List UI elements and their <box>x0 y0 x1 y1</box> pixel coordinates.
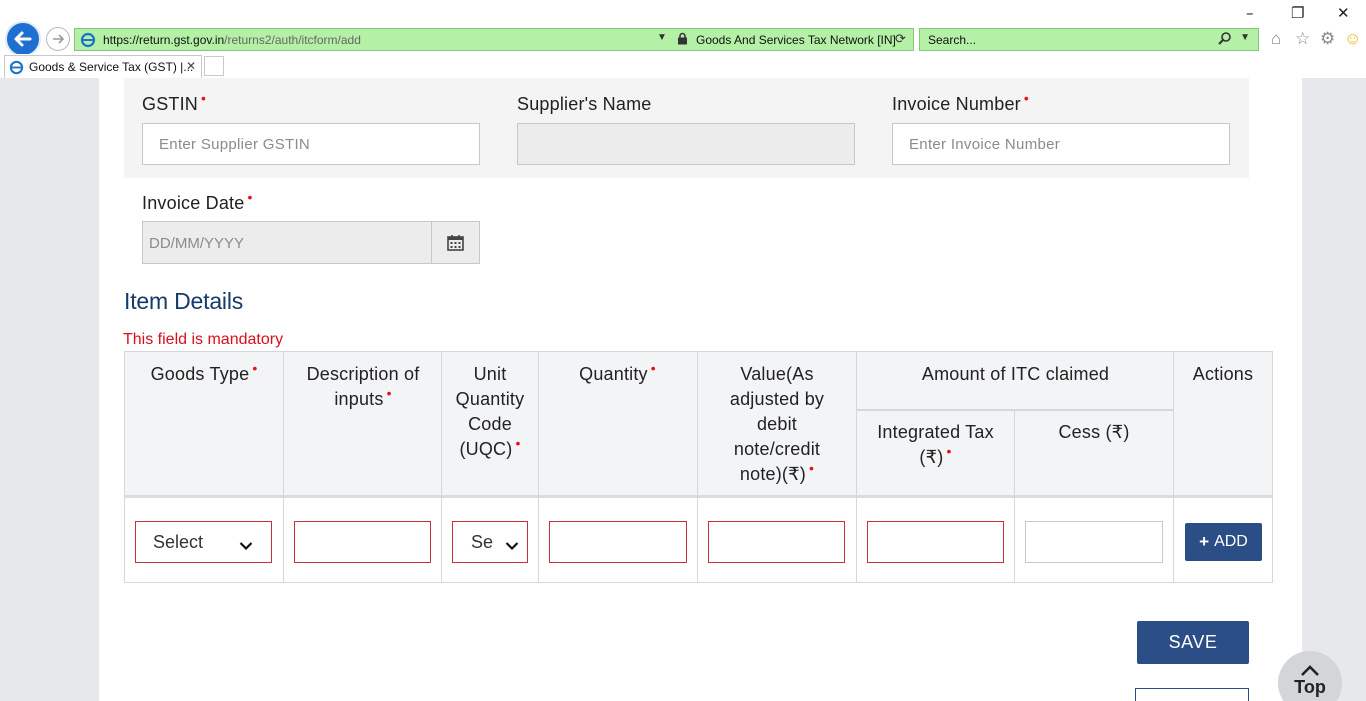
goods-type-select[interactable]: Select <box>135 521 272 563</box>
column-divider <box>441 352 442 582</box>
star-icon[interactable]: ☆ <box>1295 29 1310 49</box>
cess-input[interactable] <box>1025 521 1163 563</box>
back-button[interactable] <box>5 21 41 57</box>
gstin-label: GSTIN • <box>142 90 207 114</box>
close-window-icon[interactable]: ✕ <box>1337 4 1350 22</box>
search-placeholder: Search... <box>928 33 977 47</box>
chevron-up-icon <box>1301 665 1319 676</box>
supplier-name-input <box>517 123 855 165</box>
invoice-number-label: Invoice Number • <box>892 90 1029 114</box>
minimize-icon[interactable]: – <box>1246 4 1254 22</box>
header-uqc: Unit Quantity Code (UQC) • <box>455 364 525 459</box>
uqc-select[interactable]: Se <box>452 521 528 563</box>
back-to-top-button[interactable]: Top <box>1278 651 1342 701</box>
header-description: Description of inputs • <box>306 364 420 409</box>
browser-chrome: – ❐ ✕ https://return.gst.gov.in/returns2… <box>0 0 1366 78</box>
tab-bar: Goods & Service Tax (GST) |... ✕ <box>0 54 1366 78</box>
back-arrow-icon <box>14 31 32 47</box>
home-icon[interactable]: ⌂ <box>1271 29 1281 49</box>
description-input[interactable] <box>294 521 431 563</box>
invoice-number-placeholder: Enter Invoice Number <box>909 136 1061 153</box>
gstin-placeholder: Enter Supplier GSTIN <box>159 136 311 153</box>
quantity-input[interactable] <box>549 521 687 563</box>
gear-icon[interactable]: ⚙ <box>1320 29 1335 49</box>
required-marker: • <box>1023 90 1029 106</box>
required-marker: • <box>386 385 392 401</box>
forward-arrow-icon <box>53 34 65 44</box>
required-marker: • <box>515 435 521 451</box>
mandatory-error-message: This field is mandatory <box>123 331 284 348</box>
smiley-icon[interactable]: ☺ <box>1344 29 1361 49</box>
new-tab-button[interactable] <box>204 56 224 76</box>
restore-icon[interactable]: ❐ <box>1291 4 1304 22</box>
chevron-down-icon <box>239 535 253 556</box>
address-bar[interactable]: https://return.gst.gov.in/returns2/auth/… <box>74 28 914 51</box>
invoice-date-label: Invoice Date • <box>142 189 253 213</box>
invoice-number-input[interactable]: Enter Invoice Number <box>892 123 1230 165</box>
page-content: GSTIN • Enter Supplier GSTIN Supplier's N… <box>99 78 1302 701</box>
invoice-date-input[interactable]: DD/MM/YYYY <box>142 221 480 264</box>
top-label: Top <box>1294 677 1326 697</box>
item-details-title: Item Details <box>124 288 244 314</box>
search-dropdown-icon[interactable]: ▼ <box>1240 32 1250 43</box>
required-marker: • <box>252 360 258 376</box>
required-marker: • <box>247 189 253 205</box>
tab-gst[interactable]: Goods & Service Tax (GST) |... ✕ <box>4 55 202 78</box>
header-integrated-tax: Integrated Tax (₹) • <box>877 422 994 467</box>
required-marker: • <box>946 443 952 459</box>
refresh-icon[interactable]: ⟳ <box>895 31 906 47</box>
supplier-name-label: Supplier's Name <box>517 94 652 114</box>
header-quantity: Quantity • <box>579 360 656 384</box>
url-path: /returns2/auth/itcform/add <box>224 32 361 47</box>
value-input[interactable] <box>708 521 845 563</box>
certificate-label[interactable]: Goods And Services Tax Network [IN] <box>696 33 896 47</box>
item-details-table: Goods Type • Description of inputs • Unit … <box>124 351 1273 583</box>
column-divider <box>283 352 284 582</box>
plus-icon: + <box>1199 532 1210 551</box>
tab-title: Goods & Service Tax (GST) |... <box>29 60 194 74</box>
ie-tab-icon <box>9 60 24 75</box>
header-value: Value(As adjusted by debit note/credit n… <box>729 364 825 484</box>
address-dropdown-icon[interactable]: ▼ <box>657 32 667 43</box>
column-divider <box>697 352 698 582</box>
required-marker: • <box>650 360 656 376</box>
integrated-tax-input[interactable] <box>867 521 1004 563</box>
required-marker: • <box>808 460 815 476</box>
header-itc-group: Amount of ITC claimed <box>921 364 1110 384</box>
search-icon[interactable] <box>1218 31 1232 48</box>
invoice-date-placeholder: DD/MM/YYYY <box>149 235 245 252</box>
required-marker: • <box>201 90 207 106</box>
calendar-icon[interactable] <box>431 222 479 263</box>
header-goods-type: Goods Type • <box>150 360 258 384</box>
header-actions: Actions <box>1192 364 1254 384</box>
lock-icon[interactable] <box>677 32 688 48</box>
close-tab-icon[interactable]: ✕ <box>186 59 196 73</box>
chevron-down-icon <box>503 535 519 556</box>
url-host: https://return.gst.gov.in <box>103 32 225 47</box>
gstin-input[interactable]: Enter Supplier GSTIN <box>142 123 480 165</box>
add-item-button[interactable]: + ADD <box>1185 523 1262 561</box>
search-box[interactable]: Search... ▼ <box>919 28 1259 51</box>
add-label: ADD <box>1214 533 1248 550</box>
itc-group-divider <box>857 409 1174 411</box>
forward-button[interactable] <box>46 27 70 51</box>
back-button-partial[interactable] <box>1135 688 1249 701</box>
header-cess: Cess (₹) <box>1058 422 1130 442</box>
ie-page-icon <box>79 31 97 49</box>
save-button[interactable]: SAVE <box>1137 621 1249 664</box>
